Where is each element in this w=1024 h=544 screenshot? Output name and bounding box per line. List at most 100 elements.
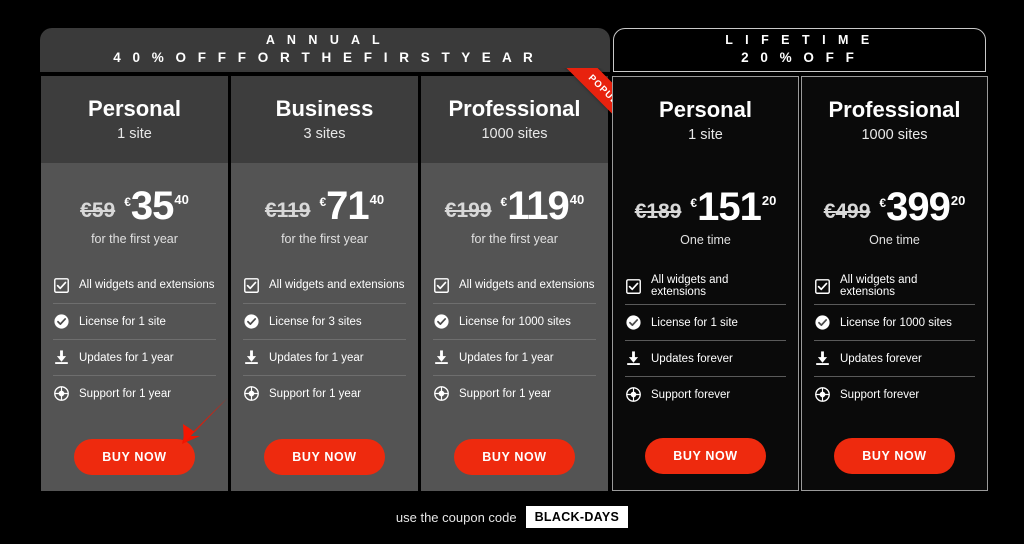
download-icon [814, 350, 831, 367]
price-block: €199 €119 40 for the first year [421, 163, 608, 267]
feature-label: All widgets and extensions [79, 279, 215, 291]
feature-label: License for 1 site [79, 315, 166, 328]
feature-item: Updates for 1 year [433, 339, 596, 375]
feature-list: All widgets and extensions License for 1 … [613, 268, 798, 426]
old-price: €119 [264, 199, 311, 223]
feature-item: Support for 1 year [433, 375, 596, 411]
feature-item: Updates forever [814, 340, 975, 376]
pricing-card-1: Personal 1 site €59 €35 40 for the first year… [41, 76, 228, 491]
feature-list: All widgets and extensions License for 3 … [231, 267, 418, 427]
current-price: €119 40 [500, 184, 585, 229]
lifebuoy-icon [243, 385, 260, 402]
plan-name: Personal [659, 96, 752, 122]
price-block: €499 €399 20 One time [802, 164, 987, 268]
price-amount: 399 [886, 185, 951, 230]
feature-label: Support for 1 year [269, 387, 362, 400]
feature-list: All widgets and extensions License for 10… [802, 268, 987, 426]
feature-label: Support for 1 year [459, 387, 552, 400]
feature-item: Updates for 1 year [53, 339, 216, 375]
footer-coupon: use the coupon code BLACK-DAYS [0, 506, 1024, 528]
price-amount: 119 [507, 184, 570, 229]
coupon-code[interactable]: BLACK-DAYS [525, 506, 629, 528]
plan-name: Personal [88, 95, 181, 121]
plan-sites: 1000 sites [481, 126, 548, 143]
buy-now-button[interactable]: BUY NOW [834, 438, 955, 474]
buy-now-button[interactable]: BUY NOW [264, 439, 385, 475]
price-decimals: 40 [369, 192, 385, 208]
plan-name: Professional [828, 96, 961, 122]
price-amount: 151 [697, 185, 762, 230]
feature-label: Support for 1 year [79, 387, 172, 400]
price-decimals: 40 [174, 192, 189, 208]
current-price: €399 20 [879, 185, 965, 230]
pricing-card-4: Personal 1 site €189 €151 20 One time All widg… [612, 76, 799, 491]
price-decimals: 20 [761, 193, 777, 209]
checkbox-checked-icon [814, 278, 831, 295]
feature-label: Updates forever [840, 352, 922, 365]
feature-label: License for 1000 sites [840, 316, 952, 329]
price-block: €189 €151 20 One time [613, 164, 798, 268]
check-circle-icon [625, 314, 642, 331]
price-block: €119 €71 40 for the first year [231, 163, 418, 267]
currency-symbol: € [124, 195, 131, 210]
plan-name: Professional [448, 95, 581, 121]
current-price: €151 20 [690, 185, 777, 230]
feature-item: Support for 1 year [53, 375, 216, 411]
feature-item: License for 1000 sites [433, 303, 596, 339]
card-header: Professional 1000 sites [802, 77, 987, 164]
feature-item: All widgets and extensions [243, 267, 406, 303]
plan-sites: 3 sites [303, 126, 346, 143]
card-header: Business 3 sites [231, 76, 418, 163]
feature-item: License for 1000 sites [814, 304, 975, 340]
price-block: €59 €35 40 for the first year [41, 163, 228, 267]
group-header-lifetime-subtitle: 2 0 % O F F [741, 50, 858, 66]
buy-now-button[interactable]: BUY NOW [645, 438, 766, 474]
feature-list: All widgets and extensions License for 10… [421, 267, 608, 427]
feature-label: All widgets and extensions [269, 279, 405, 291]
feature-item: Support forever [625, 376, 786, 412]
checkbox-checked-icon [243, 277, 260, 294]
feature-item: All widgets and extensions [433, 267, 596, 303]
download-icon [433, 349, 450, 366]
plan-sites: 1 site [117, 126, 152, 143]
currency-symbol: € [500, 195, 508, 210]
feature-item: All widgets and extensions [53, 267, 216, 303]
plan-name: Business [275, 95, 374, 121]
feature-label: Updates for 1 year [269, 351, 364, 364]
check-circle-icon [243, 313, 260, 330]
feature-item: Updates for 1 year [243, 339, 406, 375]
feature-item: License for 1 site [53, 303, 216, 339]
feature-item: License for 1 site [625, 304, 786, 340]
buy-now-button[interactable]: BUY NOW [454, 439, 575, 475]
check-circle-icon [433, 313, 450, 330]
check-circle-icon [814, 314, 831, 331]
group-header-annual-subtitle: 4 0 % O F F F O R T H E F I R S T Y E A … [113, 50, 537, 66]
price-note: for the first year [91, 231, 178, 246]
feature-item: License for 3 sites [243, 303, 406, 339]
feature-item: Support for 1 year [243, 375, 406, 411]
feature-label: License for 1 site [651, 316, 738, 329]
feature-item: Updates forever [625, 340, 786, 376]
download-icon [243, 349, 260, 366]
download-icon [53, 349, 70, 366]
checkbox-checked-icon [433, 277, 450, 294]
feature-label: All widgets and extensions [459, 279, 595, 291]
feature-label: Support forever [651, 388, 731, 401]
price-note: for the first year [471, 231, 558, 246]
checkbox-checked-icon [53, 277, 70, 294]
download-icon [625, 350, 642, 367]
group-header-lifetime: L I F E T I M E 2 0 % O F F [613, 28, 986, 72]
card-header: Professional 1000 sites [421, 76, 608, 163]
price-decimals: 40 [569, 192, 585, 208]
coupon-label: use the coupon code [395, 509, 517, 525]
current-price: €35 40 [124, 186, 189, 226]
pricing-card-5: Professional 1000 sites €499 €399 20 One time… [801, 76, 988, 491]
check-circle-icon [53, 313, 70, 330]
buy-now-button[interactable]: BUY NOW [74, 439, 195, 475]
feature-label: All widgets and extensions [651, 274, 729, 298]
feature-item: All widgets and extensions [814, 268, 975, 304]
old-price: €499 [823, 200, 871, 224]
price-note: One time [680, 232, 731, 247]
feature-label: Updates for 1 year [79, 351, 174, 364]
feature-label: All widgets and extensions [840, 274, 918, 298]
